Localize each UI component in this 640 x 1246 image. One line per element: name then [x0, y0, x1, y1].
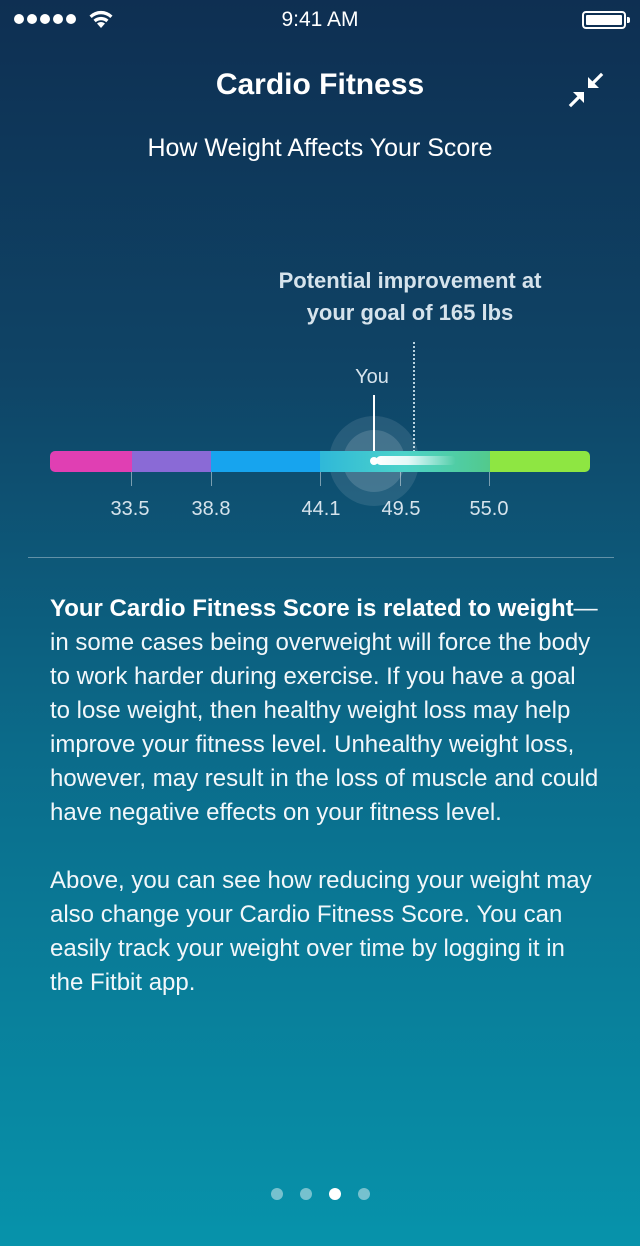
page-dot-active[interactable]: [328, 1188, 341, 1200]
explanation-text: Your Cardio Fitness Score is related to …: [50, 592, 600, 1034]
scale-tick: [489, 472, 490, 486]
goal-marker-line: [413, 342, 415, 452]
battery-icon: [582, 11, 630, 29]
you-marker-line: [373, 395, 375, 457]
tick-label: 44.1: [301, 498, 341, 520]
scale-segment-excellent: [490, 451, 590, 472]
improvement-trail: [376, 456, 456, 465]
potential-improvement-label: Potential improvement at your goal of 16…: [220, 265, 600, 329]
weight-score-chart: Potential improvement at your goal of 16…: [0, 250, 640, 540]
tick-label: 49.5: [381, 498, 421, 520]
you-marker-dot: [370, 457, 378, 465]
scale-tick: [320, 472, 321, 486]
scale-segment-average: [211, 451, 320, 472]
status-bar: 9:41 AM: [0, 0, 640, 40]
explanation-paragraph-2: Above, you can see how reducing your wei…: [50, 867, 592, 996]
collapse-arrows-icon[interactable]: [566, 70, 606, 110]
fitness-scale-bar: [50, 451, 590, 472]
page-indicator[interactable]: [0, 1188, 640, 1200]
tick-label: 38.8: [191, 498, 231, 520]
you-label: You: [355, 366, 389, 388]
scale-tick: [131, 472, 132, 486]
explanation-bold-lead: Your Cardio Fitness Score is related to …: [50, 595, 574, 622]
section-divider: [28, 557, 614, 558]
scale-tick: [400, 472, 401, 486]
potential-label-line1: Potential improvement at: [278, 268, 542, 293]
scale-tick: [211, 472, 212, 486]
scale-segment-poor: [50, 451, 132, 472]
page-dot[interactable]: [357, 1188, 370, 1200]
page-title: Cardio Fitness: [215, 68, 425, 101]
scale-segment-fair: [132, 451, 211, 472]
explanation-paragraph-1: Your Cardio Fitness Score is related to …: [50, 592, 600, 830]
tick-label: 55.0: [469, 498, 509, 520]
tick-label: 33.5: [110, 498, 150, 520]
explanation-paragraph-1-rest: —in some cases being overweight will for…: [50, 595, 599, 826]
page-dot[interactable]: [270, 1188, 283, 1200]
potential-label-line2: your goal of 165 lbs: [306, 300, 514, 325]
page-dot[interactable]: [299, 1188, 312, 1200]
status-time: 9:41 AM: [281, 8, 359, 31]
page-subtitle: How Weight Affects Your Score: [147, 134, 493, 162]
